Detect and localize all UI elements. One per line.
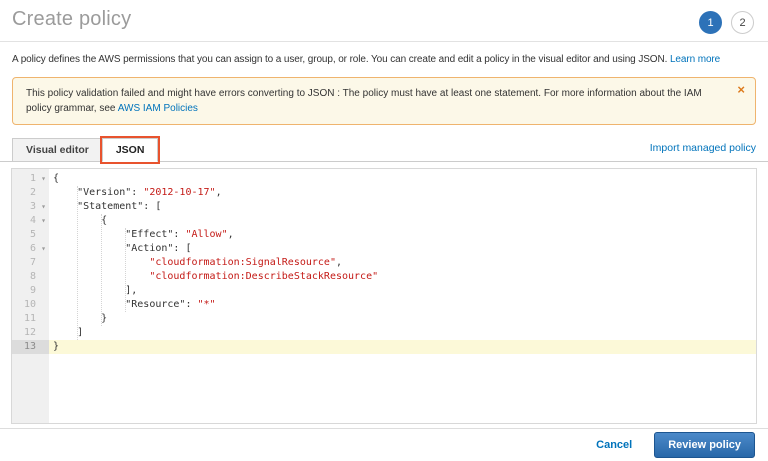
fold-toggle-icon[interactable]: ▾: [41, 173, 46, 185]
gutter-line: 6▾: [12, 242, 49, 256]
intro-text: A policy defines the AWS permissions tha…: [0, 42, 768, 65]
fold-toggle-icon[interactable]: ▾: [41, 243, 46, 255]
json-editor: 1▾23▾4▾56▾78910111213 { "Version": "2012…: [11, 168, 757, 424]
create-policy-page: Create policy 1 2 A policy defines the A…: [0, 0, 768, 461]
gutter-line: 5: [12, 228, 49, 242]
gutter-line: 8: [12, 270, 49, 284]
code-line[interactable]: "Action": [: [49, 242, 756, 256]
gutter-line: 12: [12, 326, 49, 340]
code-line[interactable]: "cloudformation:SignalResource",: [49, 256, 756, 270]
fold-toggle-icon[interactable]: ▾: [41, 201, 46, 213]
code-line[interactable]: "Version": "2012-10-17",: [49, 186, 756, 200]
editor-text-area[interactable]: { "Version": "2012-10-17", "Statement": …: [49, 169, 756, 423]
step-indicator: 1 2: [699, 8, 756, 34]
learn-more-link[interactable]: Learn more: [670, 54, 720, 65]
page-title: Create policy: [12, 8, 131, 31]
gutter-line: 2: [12, 186, 49, 200]
step-1-badge: 1: [699, 11, 722, 34]
editor-gutter: 1▾23▾4▾56▾78910111213: [12, 169, 49, 423]
gutter-line: 9: [12, 284, 49, 298]
tab-visual-editor[interactable]: Visual editor: [12, 138, 102, 162]
gutter-line: 13: [12, 340, 49, 354]
code-line[interactable]: "Resource": "*": [49, 298, 756, 312]
footer: Cancel Review policy: [0, 428, 768, 461]
gutter-line: 1▾: [12, 172, 49, 186]
code-line[interactable]: "cloudformation:DescribeStackResource": [49, 270, 756, 284]
intro-text-body: A policy defines the AWS permissions tha…: [12, 54, 670, 65]
step-2-badge: 2: [731, 11, 754, 34]
code-line[interactable]: {: [49, 214, 756, 228]
close-icon[interactable]: ×: [737, 83, 745, 96]
gutter-line: 3▾: [12, 200, 49, 214]
cancel-button[interactable]: Cancel: [596, 439, 632, 451]
review-policy-button[interactable]: Review policy: [654, 432, 755, 458]
code-line[interactable]: }: [49, 340, 756, 354]
code-line[interactable]: }: [49, 312, 756, 326]
gutter-line: 7: [12, 256, 49, 270]
code-line[interactable]: {: [49, 172, 756, 186]
tab-json[interactable]: JSON: [102, 138, 159, 162]
import-managed-policy-link[interactable]: Import managed policy: [650, 142, 756, 158]
code-line[interactable]: "Effect": "Allow",: [49, 228, 756, 242]
gutter-line: 4▾: [12, 214, 49, 228]
page-header: Create policy 1 2: [0, 0, 768, 42]
fold-toggle-icon[interactable]: ▾: [41, 215, 46, 227]
validation-alert: This policy validation failed and might …: [12, 77, 756, 125]
gutter-line: 10: [12, 298, 49, 312]
gutter-line: 11: [12, 312, 49, 326]
aws-iam-policies-link[interactable]: AWS IAM Policies: [118, 103, 198, 114]
code-line[interactable]: ],: [49, 284, 756, 298]
tab-bar: Visual editor JSON Import managed policy: [0, 138, 768, 162]
code-line[interactable]: "Statement": [: [49, 200, 756, 214]
code-line[interactable]: ]: [49, 326, 756, 340]
